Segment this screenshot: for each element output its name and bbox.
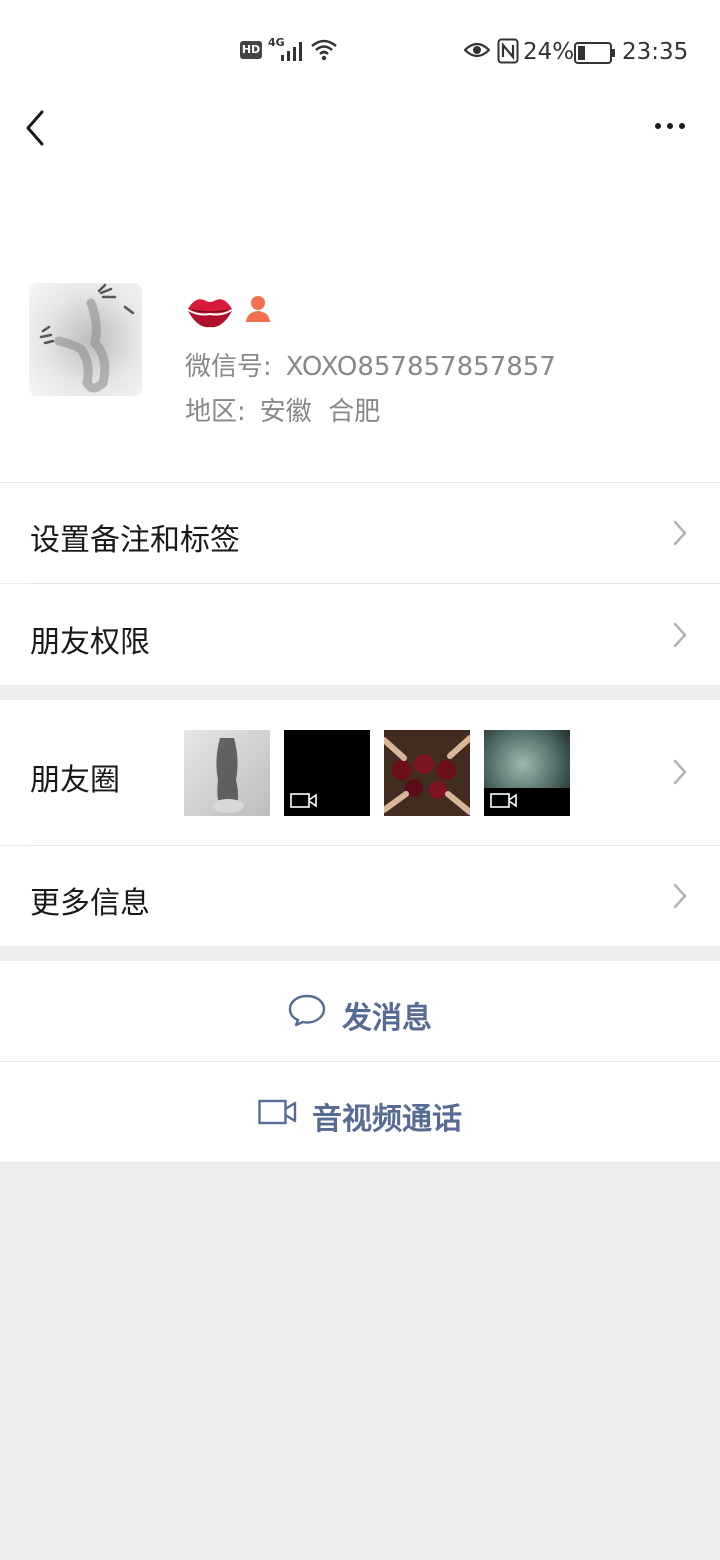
more-info-label: 更多信息 bbox=[30, 886, 150, 921]
photo-thumbnail bbox=[384, 730, 470, 816]
lips-emoji-icon bbox=[188, 299, 232, 328]
video-camera-icon bbox=[284, 730, 370, 816]
photo-thumbnail bbox=[184, 730, 270, 816]
avatar[interactable] bbox=[29, 283, 142, 396]
video-call-label: 音视频通话 bbox=[312, 1102, 462, 1137]
moments-label: 朋友圈 bbox=[30, 763, 120, 798]
region-label: 地区: bbox=[185, 397, 246, 427]
chat-bubble-icon bbox=[288, 994, 326, 1027]
friend-permissions-label: 朋友权限 bbox=[30, 625, 150, 660]
moment-thumbnail-4[interactable] bbox=[484, 730, 570, 816]
hd-badge: HD bbox=[240, 41, 262, 59]
video-call-content: 音视频通话 bbox=[258, 1092, 468, 1137]
divider bbox=[0, 1162, 720, 1163]
wechat-id: 微信号: XOXO857857857857 bbox=[185, 346, 556, 383]
send-message-content: 发消息 bbox=[288, 991, 438, 1036]
chevron-right-icon bbox=[673, 622, 687, 648]
eye-comfort-icon bbox=[464, 42, 490, 58]
chevron-right-icon bbox=[673, 759, 687, 785]
back-button[interactable] bbox=[22, 108, 52, 148]
send-message-label: 发消息 bbox=[342, 1001, 432, 1036]
remark-tags-label: 设置备注和标签 bbox=[30, 523, 240, 558]
clock: 23:35 bbox=[622, 39, 689, 65]
wifi-icon bbox=[311, 39, 337, 61]
moment-thumbnail-1[interactable] bbox=[184, 730, 270, 816]
nfc-icon bbox=[497, 38, 519, 64]
video-call-button[interactable]: 音视频通话 bbox=[0, 1062, 720, 1162]
wechat-id-value: XOXO857857857857 bbox=[285, 352, 556, 382]
friend-permissions-cell[interactable]: 朋友权限 bbox=[0, 584, 720, 685]
region-value: 安徽 合肥 bbox=[259, 397, 381, 427]
wechat-id-label: 微信号: bbox=[185, 352, 272, 382]
battery-percent: 24% bbox=[523, 39, 575, 65]
chevron-right-icon bbox=[673, 883, 687, 909]
more-info-cell[interactable]: 更多信息 bbox=[0, 846, 720, 946]
avatar-image bbox=[29, 283, 142, 396]
moment-thumbnail-3[interactable] bbox=[384, 730, 470, 816]
send-message-button[interactable]: 发消息 bbox=[0, 961, 720, 1061]
moments-cell[interactable]: 朋友圈 bbox=[0, 700, 720, 845]
cellular-signal-icon bbox=[281, 42, 302, 61]
more-options-button[interactable] bbox=[648, 116, 692, 136]
video-camera-icon bbox=[484, 730, 570, 816]
female-gender-icon bbox=[246, 296, 270, 322]
moment-thumbnail-2[interactable] bbox=[284, 730, 370, 816]
remark-tags-cell[interactable]: 设置备注和标签 bbox=[0, 483, 720, 583]
battery-icon bbox=[574, 42, 615, 64]
region: 地区: 安徽 合肥 bbox=[185, 391, 380, 428]
video-camera-icon bbox=[258, 1099, 297, 1125]
status-bar: HD 4G 24% 23:35 bbox=[0, 36, 720, 70]
chevron-right-icon bbox=[673, 520, 687, 546]
